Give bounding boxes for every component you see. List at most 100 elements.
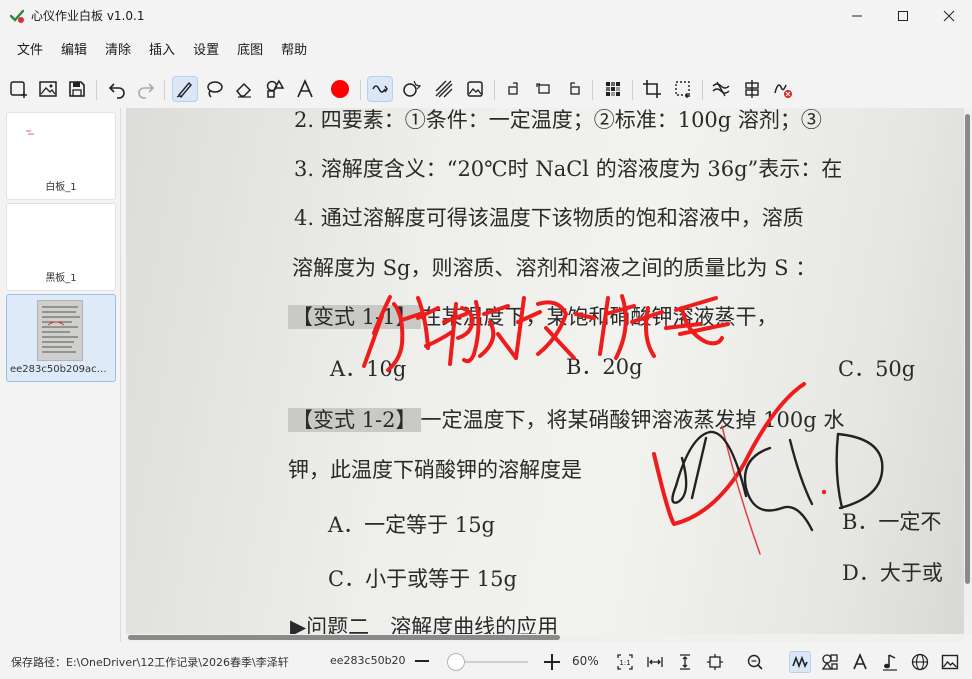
toolbar-separator bbox=[164, 80, 165, 100]
scrollbar-thumb[interactable] bbox=[128, 635, 560, 640]
ink-stroke bbox=[514, 296, 596, 360]
lasso-button[interactable] bbox=[201, 76, 227, 102]
maximize-button[interactable] bbox=[880, 0, 926, 32]
close-button[interactable] bbox=[926, 0, 972, 32]
fit-page-button[interactable] bbox=[704, 651, 726, 673]
region-select-button[interactable] bbox=[670, 76, 696, 102]
clear-ink-icon bbox=[774, 84, 792, 98]
ink-stroke bbox=[743, 438, 814, 532]
toolbar-separator bbox=[494, 80, 495, 100]
shapes-button[interactable] bbox=[262, 76, 288, 102]
menu-background[interactable]: 底图 bbox=[228, 36, 272, 66]
clear-ink-button[interactable] bbox=[770, 76, 796, 102]
maximize-icon bbox=[898, 11, 908, 21]
audio-button[interactable] bbox=[879, 651, 901, 673]
fit-width-button[interactable] bbox=[644, 651, 666, 673]
pen-button[interactable] bbox=[172, 76, 198, 102]
new-board-button[interactable] bbox=[6, 76, 32, 102]
hatch-icon bbox=[435, 80, 453, 98]
shapes-icon bbox=[266, 79, 285, 98]
insert-image-button[interactable] bbox=[35, 76, 61, 102]
sidebar-item-blackboard[interactable]: 黑板_1 bbox=[6, 203, 116, 291]
sidebar-item-label: ee283c50b209ac9... bbox=[10, 364, 113, 375]
rotate-right-icon bbox=[570, 82, 580, 95]
music-note-icon bbox=[883, 654, 897, 671]
menu-settings[interactable]: 设置 bbox=[184, 36, 228, 66]
sidebar-item-image-page[interactable]: ee283c50b209ac9... bbox=[6, 294, 116, 382]
toolbar-separator bbox=[702, 80, 703, 100]
horizontal-scrollbar[interactable] bbox=[126, 634, 964, 642]
region-select-icon bbox=[675, 81, 690, 98]
ink-mode-button[interactable] bbox=[789, 651, 811, 673]
ink-stroke bbox=[362, 295, 454, 372]
app-logo-icon bbox=[9, 9, 25, 23]
redo-button[interactable] bbox=[133, 76, 159, 102]
ink-stroke bbox=[598, 294, 730, 360]
ink-layer bbox=[362, 294, 884, 555]
eraser-icon bbox=[235, 82, 252, 98]
zoom-out-icon[interactable] bbox=[412, 651, 432, 671]
wave-button[interactable] bbox=[708, 76, 734, 102]
smooth-ink-button[interactable] bbox=[367, 76, 393, 102]
toolbar-separator bbox=[96, 80, 97, 100]
pen-icon bbox=[176, 81, 192, 99]
rotate-left-button[interactable] bbox=[501, 76, 527, 102]
ink-stroke bbox=[671, 430, 748, 504]
minimize-button[interactable] bbox=[834, 0, 880, 32]
crop-button[interactable] bbox=[639, 76, 665, 102]
shape-mode-button[interactable] bbox=[819, 651, 841, 673]
menu-insert[interactable]: 插入 bbox=[140, 36, 184, 66]
minimize-icon bbox=[852, 15, 862, 17]
text-button[interactable] bbox=[292, 76, 318, 102]
save-path: 保存路径：E:\OneDriver\12工作记录\2026春季\李泽轩 bbox=[11, 656, 289, 669]
page-thumbnail-image bbox=[37, 300, 83, 361]
vertical-scrollbar[interactable] bbox=[964, 108, 972, 634]
color-icon bbox=[331, 80, 349, 98]
scrollbar-thumb[interactable] bbox=[965, 114, 970, 584]
zoom-in-icon[interactable] bbox=[541, 651, 563, 673]
select-shape-button[interactable] bbox=[398, 76, 424, 102]
align-icon bbox=[745, 80, 759, 98]
globe-button[interactable] bbox=[909, 651, 931, 673]
hatch-button[interactable] bbox=[431, 76, 457, 102]
close-icon bbox=[943, 10, 955, 22]
save-icon bbox=[69, 81, 85, 97]
rotate-button[interactable] bbox=[531, 76, 557, 102]
mosaic-icon bbox=[606, 82, 620, 96]
toolbar-separator bbox=[632, 80, 633, 100]
image-frame-button[interactable] bbox=[462, 76, 488, 102]
menu-help[interactable]: 帮助 bbox=[272, 36, 316, 66]
background-image-button[interactable] bbox=[939, 651, 961, 673]
rotate-right-button[interactable] bbox=[561, 76, 587, 102]
globe-icon bbox=[911, 653, 929, 671]
menu-edit[interactable]: 编辑 bbox=[52, 36, 96, 66]
text-mode-button[interactable] bbox=[849, 651, 871, 673]
app-window: 心仪作业白板 v1.0.1 文件 编辑 清除 插入 设置 底图 帮助 白板_1 … bbox=[0, 0, 972, 679]
menu-clear[interactable]: 清除 bbox=[96, 36, 140, 66]
window-title: 心仪作业白板 v1.0.1 bbox=[31, 9, 145, 23]
thumbnail-text-lines bbox=[42, 306, 80, 353]
text-icon bbox=[297, 79, 313, 98]
mosaic-button[interactable] bbox=[600, 76, 626, 102]
actual-size-button[interactable]: 1:1 bbox=[614, 651, 636, 673]
menu-file[interactable]: 文件 bbox=[0, 36, 52, 66]
fit-height-button[interactable] bbox=[674, 651, 696, 673]
undo-button[interactable] bbox=[104, 76, 130, 102]
color-button[interactable] bbox=[327, 76, 353, 102]
page-sidebar: 白板_1 黑板_1 ee283c50b209ac9... bbox=[0, 108, 121, 642]
eraser-button[interactable] bbox=[231, 76, 257, 102]
board-canvas[interactable]: 2. 四要素：①条件：一定温度；②标准：100g 溶剂；③ 3. 溶解度含义：“… bbox=[126, 108, 964, 634]
thumbnail-ink-mark bbox=[26, 130, 34, 135]
zoom-slider-knob[interactable] bbox=[447, 653, 465, 671]
wave-icon bbox=[712, 81, 730, 97]
zoom-search-button[interactable] bbox=[744, 651, 766, 673]
menu-bar: 文件 编辑 清除 插入 设置 底图 帮助 bbox=[0, 36, 316, 66]
align-button[interactable] bbox=[739, 76, 765, 102]
sidebar-item-whiteboard[interactable]: 白板_1 bbox=[6, 112, 116, 200]
insert-image-icon bbox=[39, 81, 57, 97]
rotate-left-icon bbox=[508, 82, 518, 95]
ink-stroke bbox=[835, 432, 884, 510]
ink-stroke bbox=[442, 300, 518, 366]
save-button[interactable] bbox=[64, 76, 90, 102]
shapes-icon bbox=[821, 654, 838, 670]
